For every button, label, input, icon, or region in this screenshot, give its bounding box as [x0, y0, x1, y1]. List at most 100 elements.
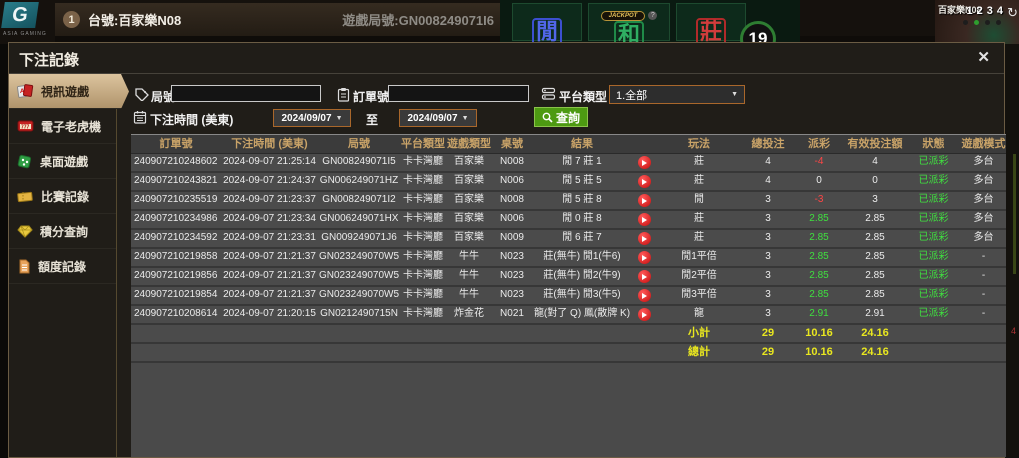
- play-video-button[interactable]: [632, 306, 656, 325]
- cell-bet_time: 2024-09-07 21:23:34: [221, 211, 318, 230]
- date-to-select[interactable]: 2024/09/07 ▼: [399, 109, 477, 127]
- order-number-input[interactable]: [388, 85, 529, 102]
- camera-1-button[interactable]: 1: [967, 5, 973, 17]
- platform-type-select[interactable]: 1.全部 ▼: [609, 85, 745, 104]
- play-video-button[interactable]: [632, 249, 656, 268]
- jackpot-badge: JACKPOT: [601, 11, 646, 21]
- camera-3-button[interactable]: 3: [987, 5, 993, 17]
- sidebar-item-label: 視訊遊戲: [41, 83, 89, 100]
- cell-valid_bet: 3: [844, 192, 906, 211]
- cell-total_bet: 3: [742, 211, 794, 230]
- bet-zone-tie[interactable]: JACKPOT ? 和: [588, 3, 670, 41]
- sidebar-item-match-records[interactable]: 比賽記錄: [9, 179, 116, 214]
- camera-4-button[interactable]: 4: [997, 5, 1003, 17]
- bet-time-filter-label: 下注時間 (美東): [150, 111, 233, 128]
- play-video-button[interactable]: [632, 192, 656, 211]
- play-video-button[interactable]: [632, 268, 656, 287]
- sidebar-item-table-games[interactable]: 桌面遊戲: [9, 144, 116, 179]
- panel-title: 下注記錄: [19, 49, 79, 70]
- subtotal-status: [906, 325, 961, 344]
- cell-order_no: 240907210234986: [131, 211, 221, 230]
- date-from-select[interactable]: 2024/09/07 ▼: [273, 109, 351, 127]
- sidebar-item-slot-machines[interactable]: 777 電子老虎機: [9, 109, 116, 144]
- cell-valid_bet: 2.91: [844, 306, 906, 325]
- brand-logo-name: ASIA GAMING: [3, 31, 53, 37]
- order-filter-label: 訂單號: [353, 88, 389, 105]
- cell-status: 已派彩: [906, 173, 961, 192]
- background-glimpse-digit: 4: [1011, 326, 1016, 336]
- cell-game_type: 百家樂: [446, 173, 492, 192]
- cell-status: 已派彩: [906, 249, 961, 268]
- cell-game_mode: 多台: [961, 192, 1006, 211]
- cell-order_no: 240907210243821: [131, 173, 221, 192]
- cell-payout: 2.85: [794, 211, 844, 230]
- cell-status: 已派彩: [906, 306, 961, 325]
- cell-table_no: N008: [492, 154, 532, 173]
- cell-payout: 2.85: [794, 249, 844, 268]
- game-info-bar: 1 台號:百家樂N08 遊戲局號:GN008249071I6: [55, 3, 500, 36]
- cell-bet_time: 2024-09-07 21:23:31: [221, 230, 318, 249]
- cell-status: 已派彩: [906, 154, 961, 173]
- records-table-area: 訂單號 下注時間 (美東) 局號 平台類型 遊戲類型 桌號 結果 玩法 總投注 …: [131, 134, 1006, 457]
- cell-table_no: N023: [492, 249, 532, 268]
- cell-payout: 2.91: [794, 306, 844, 325]
- column-header: 狀態: [906, 134, 961, 154]
- seat-number-badge: 1: [63, 11, 80, 28]
- subtotal-bet_time: [221, 325, 318, 344]
- sidebar-item-label: 積分查詢: [40, 223, 88, 240]
- cell-round_no: GN023249070W5: [318, 287, 400, 306]
- cell-result: 閒 5 莊 8: [532, 192, 632, 211]
- round-number-input[interactable]: [171, 85, 321, 102]
- total-label: 總計: [656, 344, 742, 363]
- play-video-button[interactable]: [632, 287, 656, 306]
- play-video-button[interactable]: [632, 211, 656, 230]
- cell-platform: 卡卡灣廳: [400, 154, 446, 173]
- play-video-button[interactable]: [632, 230, 656, 249]
- play-video-button[interactable]: [632, 173, 656, 192]
- cell-platform: 卡卡灣廳: [400, 249, 446, 268]
- cell-result: 莊(無牛) 閒2(牛9): [532, 268, 632, 287]
- cell-game_mode: -: [961, 268, 1006, 287]
- cell-round_no: GN006249071HZ: [318, 173, 400, 192]
- records-table: 訂單號 下注時間 (美東) 局號 平台類型 遊戲類型 桌號 結果 玩法 總投注 …: [131, 134, 1006, 363]
- camera-indicator-dots: [963, 20, 1001, 25]
- cell-payout: 2.85: [794, 268, 844, 287]
- play-icon: [638, 194, 651, 207]
- sidebar-item-video-games[interactable]: A 視訊遊戲: [9, 74, 129, 109]
- bet-zone-banker[interactable]: 莊: [676, 3, 746, 41]
- table-name-label: 台號:百家樂N08: [88, 10, 181, 29]
- cell-valid_bet: 2.85: [844, 268, 906, 287]
- subtotal-table_no: [492, 325, 532, 344]
- play-video-button[interactable]: [632, 154, 656, 173]
- total-round_no: [318, 344, 400, 363]
- cell-game_type: 百家樂: [446, 211, 492, 230]
- cell-total_bet: 3: [742, 268, 794, 287]
- cell-game_type: 百家樂: [446, 154, 492, 173]
- refresh-icon[interactable]: ↻: [1007, 6, 1018, 21]
- cell-game_type: 百家樂: [446, 230, 492, 249]
- cell-round_no: GN023249070W5: [318, 249, 400, 268]
- platform-type-value: 1.全部: [616, 87, 647, 103]
- cell-payout: 2.85: [794, 230, 844, 249]
- cell-order_no: 240907210219856: [131, 268, 221, 287]
- cell-round_no: GN008249071I2: [318, 192, 400, 211]
- cell-bet_time: 2024-09-07 21:21:37: [221, 249, 318, 268]
- cell-valid_bet: 2.85: [844, 249, 906, 268]
- jackpot-help-icon[interactable]: ?: [648, 11, 657, 20]
- bet-zone-player[interactable]: 閒: [512, 3, 582, 41]
- sidebar-item-points-inquiry[interactable]: 積分查詢: [9, 214, 116, 249]
- sidebar-item-credit-records[interactable]: 額度記錄: [9, 249, 116, 284]
- platform-filter-label: 平台類型: [559, 88, 607, 105]
- total-status: [906, 344, 961, 363]
- subtotal-total_bet: 29: [742, 325, 794, 344]
- column-header: 遊戲模式: [961, 134, 1006, 154]
- close-button[interactable]: ✕: [977, 50, 990, 66]
- cell-table_no: N008: [492, 192, 532, 211]
- cell-table_no: N006: [492, 173, 532, 192]
- column-header: 派彩: [794, 134, 844, 154]
- search-button[interactable]: 查詢: [534, 107, 588, 127]
- cell-total_bet: 3: [742, 249, 794, 268]
- gem-icon: [17, 224, 33, 238]
- cell-game_type: 百家樂: [446, 192, 492, 211]
- camera-2-button[interactable]: 2: [977, 5, 983, 17]
